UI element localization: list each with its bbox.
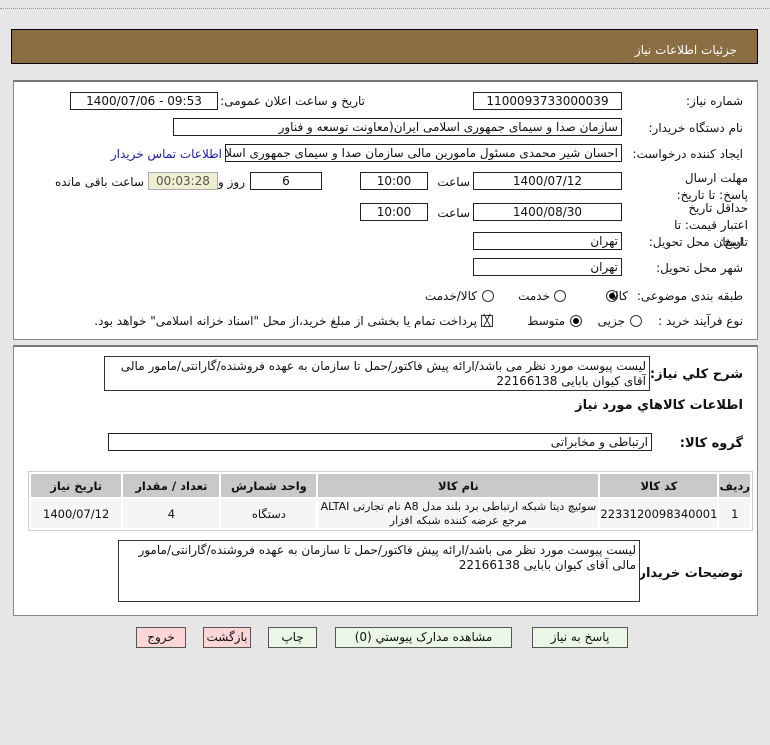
goods-table: ردیف کد کالا نام کالا واحد شمارش تعداد /…: [28, 471, 753, 531]
validity-time-field[interactable]: 10:00: [360, 203, 428, 221]
creator-label: ایجاد کننده درخواست:: [632, 147, 743, 161]
category-option-service: خدمت: [518, 289, 550, 303]
days-field[interactable]: 6: [250, 172, 322, 190]
deadline-date-field[interactable]: 1400/07/12: [473, 172, 622, 190]
remaining-label: ساعت باقی مانده: [54, 175, 144, 189]
back-button[interactable]: بازگشت: [203, 627, 251, 648]
category-option-goods: کالا: [611, 289, 628, 303]
announce-field[interactable]: 1400/07/06 - 09:53: [70, 92, 218, 110]
process-radio-medium[interactable]: [570, 315, 582, 327]
category-radio-both[interactable]: [482, 290, 494, 302]
cell-row: 1: [719, 499, 750, 528]
buyer-org-field[interactable]: سازمان صدا و سیمای جمهوری اسلامی ایران(م…: [173, 118, 622, 136]
announce-label: تاریخ و ساعت اعلان عمومی:: [220, 94, 365, 108]
exit-button[interactable]: خروج: [136, 627, 186, 648]
province-label: استان محل تحویل:: [648, 235, 743, 249]
validity-date-field[interactable]: 1400/08/30: [473, 203, 622, 221]
col-row: ردیف: [719, 474, 750, 497]
province-field[interactable]: تهران: [473, 232, 622, 250]
desc-label: شرح کلي نياز:: [649, 367, 743, 382]
deadline-time-field[interactable]: 10:00: [360, 172, 428, 190]
city-label: شهر محل تحویل:: [656, 261, 743, 275]
col-unit: واحد شمارش: [221, 474, 317, 497]
need-number-label: شماره نیاز:: [686, 94, 743, 108]
buyer-contact-link[interactable]: اطلاعات تماس خریدار: [111, 147, 222, 161]
col-qty: تعداد / مقدار: [123, 474, 220, 497]
group-label: گروه کالا:: [679, 436, 743, 451]
validity-time-label: ساعت: [437, 206, 470, 220]
cell-code: 2233120098340001: [600, 499, 718, 528]
notes-label: توضیحات خریدار:: [633, 566, 743, 581]
divider: [0, 8, 770, 9]
goods-section-title: اطلاعات کالاهاي مورد نياز: [575, 398, 743, 413]
category-label: طبقه بندی موضوعی:: [636, 289, 743, 303]
buyer-org-label: نام دستگاه خریدار:: [648, 121, 744, 135]
desc-field[interactable]: لیست پیوست مورد نظر می باشد/ارائه پیش فا…: [104, 356, 650, 391]
category-radio-service[interactable]: [554, 290, 566, 302]
col-name: نام کالا: [318, 474, 599, 497]
process-label: نوع فرآیند خرید :: [658, 314, 743, 328]
group-field[interactable]: ارتباطی و مخابراتی: [108, 433, 652, 451]
deadline-label: مهلت ارسال پاسخ: تا تاریخ:: [676, 171, 748, 202]
print-button[interactable]: چاپ: [268, 627, 317, 648]
cell-unit: دستگاه: [221, 499, 317, 528]
treasury-text: پرداخت تمام یا بخشی از مبلغ خرید،از محل …: [94, 314, 477, 328]
col-date: تاریخ نیاز: [31, 474, 122, 497]
category-option-both: کالا/خدمت: [424, 289, 477, 303]
remaining-time-field: 00:03:28: [148, 172, 218, 190]
page-title: جزئیات اطلاعات نیاز: [11, 29, 758, 64]
cell-name: سوئیچ دیتا شبکه ارتباطی برد بلند مدل A8 …: [318, 499, 599, 528]
cell-date: 1400/07/12: [31, 499, 122, 528]
city-field[interactable]: تهران: [473, 258, 622, 276]
notes-field[interactable]: لیست پیوست مورد نظر می باشد/ارائه پیش فا…: [118, 540, 640, 602]
process-radio-minor[interactable]: [630, 315, 642, 327]
days-label: روز و: [218, 175, 245, 189]
process-option-medium: متوسط: [527, 314, 565, 328]
creator-field[interactable]: احسان شیر محمدی مسئول مامورین مالی سازما…: [225, 144, 622, 162]
cell-qty: 4: [123, 499, 220, 528]
need-number-field[interactable]: 1100093733000039: [473, 92, 622, 110]
process-option-minor: جزیی: [597, 314, 625, 328]
table-row: 1 2233120098340001 سوئیچ دیتا شبکه ارتبا…: [31, 499, 750, 528]
treasury-checkbox[interactable]: ╳: [481, 315, 493, 327]
reply-button[interactable]: پاسخ به نیاز: [532, 627, 628, 648]
attachments-button[interactable]: مشاهده مدارک پیوستي (0): [335, 627, 512, 648]
deadline-time-label: ساعت: [437, 175, 470, 189]
col-code: کد کالا: [600, 474, 718, 497]
